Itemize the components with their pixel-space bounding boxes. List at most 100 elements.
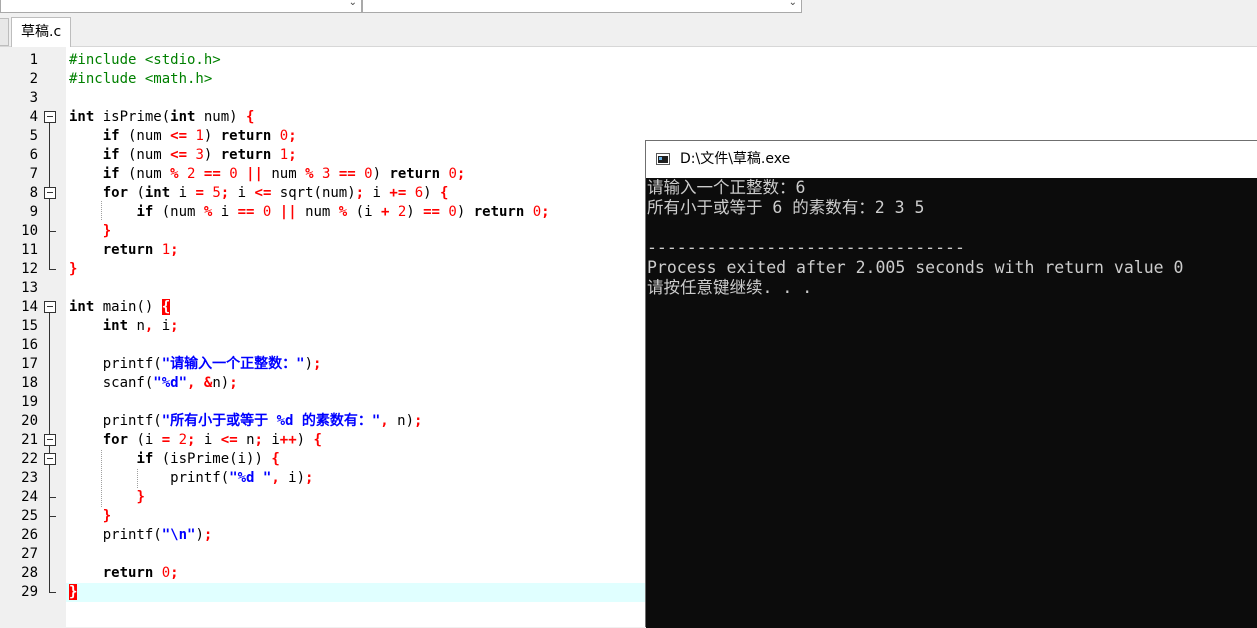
line-number[interactable]: 25 xyxy=(14,507,38,526)
fold-toggle-icon[interactable] xyxy=(42,184,58,203)
code-text: #include <stdio.h> xyxy=(69,52,221,68)
line-background xyxy=(66,51,1257,70)
code-text: if (num % i == 0 || num % (i + 2) == 0) … xyxy=(136,204,550,220)
code-text: printf("请输入一个正整数："); xyxy=(69,356,322,372)
line-background xyxy=(66,89,1257,108)
function-combobox[interactable]: ⌄ xyxy=(362,0,802,13)
fold-line-icon xyxy=(42,412,58,431)
fold-line-icon xyxy=(42,564,58,583)
fold-line-icon xyxy=(42,393,58,412)
code-text: int n, i; xyxy=(102,318,179,334)
fold-line-icon xyxy=(42,545,58,564)
code-text: for (i = 2; i <= n; i++) { xyxy=(102,432,322,448)
line-number[interactable]: 20 xyxy=(14,412,38,431)
code-line[interactable]: 1 #include <stdio.h> xyxy=(0,51,1257,70)
line-number[interactable]: 9 xyxy=(14,203,38,222)
line-number[interactable]: 10 xyxy=(14,222,38,241)
console-line: -------------------------------- xyxy=(647,238,965,257)
code-line[interactable]: 2 #include <math.h> xyxy=(0,70,1257,89)
code-text: } xyxy=(102,223,112,239)
code-text: int isPrime(int num) { xyxy=(69,109,255,125)
console-line: 请输入一个正整数：6 xyxy=(647,178,806,197)
line-number[interactable]: 13 xyxy=(14,279,38,298)
fold-toggle-icon[interactable] xyxy=(42,450,58,469)
fold-line-icon xyxy=(42,374,58,393)
fold-line-icon xyxy=(42,317,58,336)
line-background xyxy=(66,70,1257,89)
code-text: } xyxy=(136,489,145,505)
code-text: if (num <= 3) return 1; xyxy=(102,147,297,163)
code-text: printf("\n"); xyxy=(69,527,213,543)
code-text: if (isPrime(i)) { xyxy=(136,451,280,467)
code-line[interactable]: 3 xyxy=(0,89,1257,108)
fold-line-icon xyxy=(42,469,58,488)
line-number[interactable]: 15 xyxy=(14,317,38,336)
fold-line-icon xyxy=(42,526,58,545)
code-text: return 0; xyxy=(102,565,179,581)
fold-line-icon xyxy=(42,260,58,279)
line-number[interactable]: 7 xyxy=(14,165,38,184)
code-text: if (num <= 1) return 0; xyxy=(102,128,297,144)
fold-line-icon xyxy=(42,507,58,526)
fold-line-icon xyxy=(42,488,58,507)
line-number[interactable]: 16 xyxy=(14,336,38,355)
code-text: printf("%d ", i); xyxy=(69,470,314,486)
console-output[interactable]: 请输入一个正整数：6 所有小于或等于 6 的素数有：2 3 5 ----------… xyxy=(646,178,1257,628)
console-line: Process exited after 2.005 seconds with … xyxy=(647,258,1184,277)
console-window[interactable]: D:\文件\草稿.exe 请输入一个正整数：6 所有小于或等于 6 的素数有：2 … xyxy=(645,140,1257,628)
line-number[interactable]: 24 xyxy=(14,488,38,507)
fold-line-icon xyxy=(42,165,58,184)
line-number[interactable]: 19 xyxy=(14,393,38,412)
line-number[interactable]: 23 xyxy=(14,469,38,488)
fold-toggle-icon[interactable] xyxy=(42,108,58,127)
code-text: } xyxy=(69,261,78,277)
fold-line-icon xyxy=(42,222,58,241)
line-number[interactable]: 6 xyxy=(14,146,38,165)
line-number[interactable]: 8 xyxy=(14,184,38,203)
editor-tab-strip: 草稿.c xyxy=(0,16,1257,47)
line-number[interactable]: 21 xyxy=(14,431,38,450)
code-text: return 1; xyxy=(102,242,179,258)
code-text: } xyxy=(102,508,112,524)
console-line: 所有小于或等于 6 的素数有：2 3 5 xyxy=(647,198,925,217)
line-number[interactable]: 1 xyxy=(14,51,38,70)
line-number[interactable]: 28 xyxy=(14,564,38,583)
code-text: printf("所有小于或等于 %d 的素数有：", n); xyxy=(69,413,423,429)
fold-line-icon xyxy=(42,241,58,260)
line-number[interactable]: 22 xyxy=(14,450,38,469)
code-text: scanf("%d", &n); xyxy=(69,375,238,391)
line-number[interactable]: 17 xyxy=(14,355,38,374)
code-text: int main() { xyxy=(69,299,171,315)
console-line: 请按任意键继续. . . xyxy=(647,278,813,297)
line-number[interactable]: 26 xyxy=(14,526,38,545)
fold-line-icon xyxy=(42,127,58,146)
scope-combobox[interactable]: ⌄ xyxy=(0,0,362,13)
line-number[interactable]: 4 xyxy=(14,108,38,127)
chevron-down-icon[interactable]: ⌄ xyxy=(349,0,357,8)
line-number[interactable]: 3 xyxy=(14,89,38,108)
tab-scroll-stub[interactable] xyxy=(0,18,9,46)
code-line[interactable]: 4 int isPrime(int num) { xyxy=(0,108,1257,127)
fold-toggle-icon[interactable] xyxy=(42,431,58,450)
line-number[interactable]: 5 xyxy=(14,127,38,146)
line-number[interactable]: 18 xyxy=(14,374,38,393)
code-text: if (num % 2 == 0 || num % 3 == 0) return… xyxy=(102,166,466,182)
line-number[interactable]: 2 xyxy=(14,70,38,89)
line-number[interactable]: 29 xyxy=(14,583,38,602)
fold-toggle-icon[interactable] xyxy=(42,298,58,317)
line-number[interactable]: 12 xyxy=(14,260,38,279)
code-text: #include <math.h> xyxy=(69,71,213,87)
code-text: } xyxy=(69,584,78,600)
console-titlebar[interactable]: D:\文件\草稿.exe xyxy=(646,141,1257,178)
console-app-icon xyxy=(656,153,670,165)
line-number[interactable]: 11 xyxy=(14,241,38,260)
line-number[interactable]: 14 xyxy=(14,298,38,317)
fold-line-icon xyxy=(42,203,58,222)
chevron-down-icon[interactable]: ⌄ xyxy=(789,0,797,8)
line-number[interactable]: 27 xyxy=(14,545,38,564)
fold-line-icon xyxy=(42,146,58,165)
fold-line-icon xyxy=(42,583,58,602)
fold-line-icon xyxy=(42,355,58,374)
tab-draft-c[interactable]: 草稿.c xyxy=(11,17,72,47)
fold-line-icon xyxy=(42,336,58,355)
